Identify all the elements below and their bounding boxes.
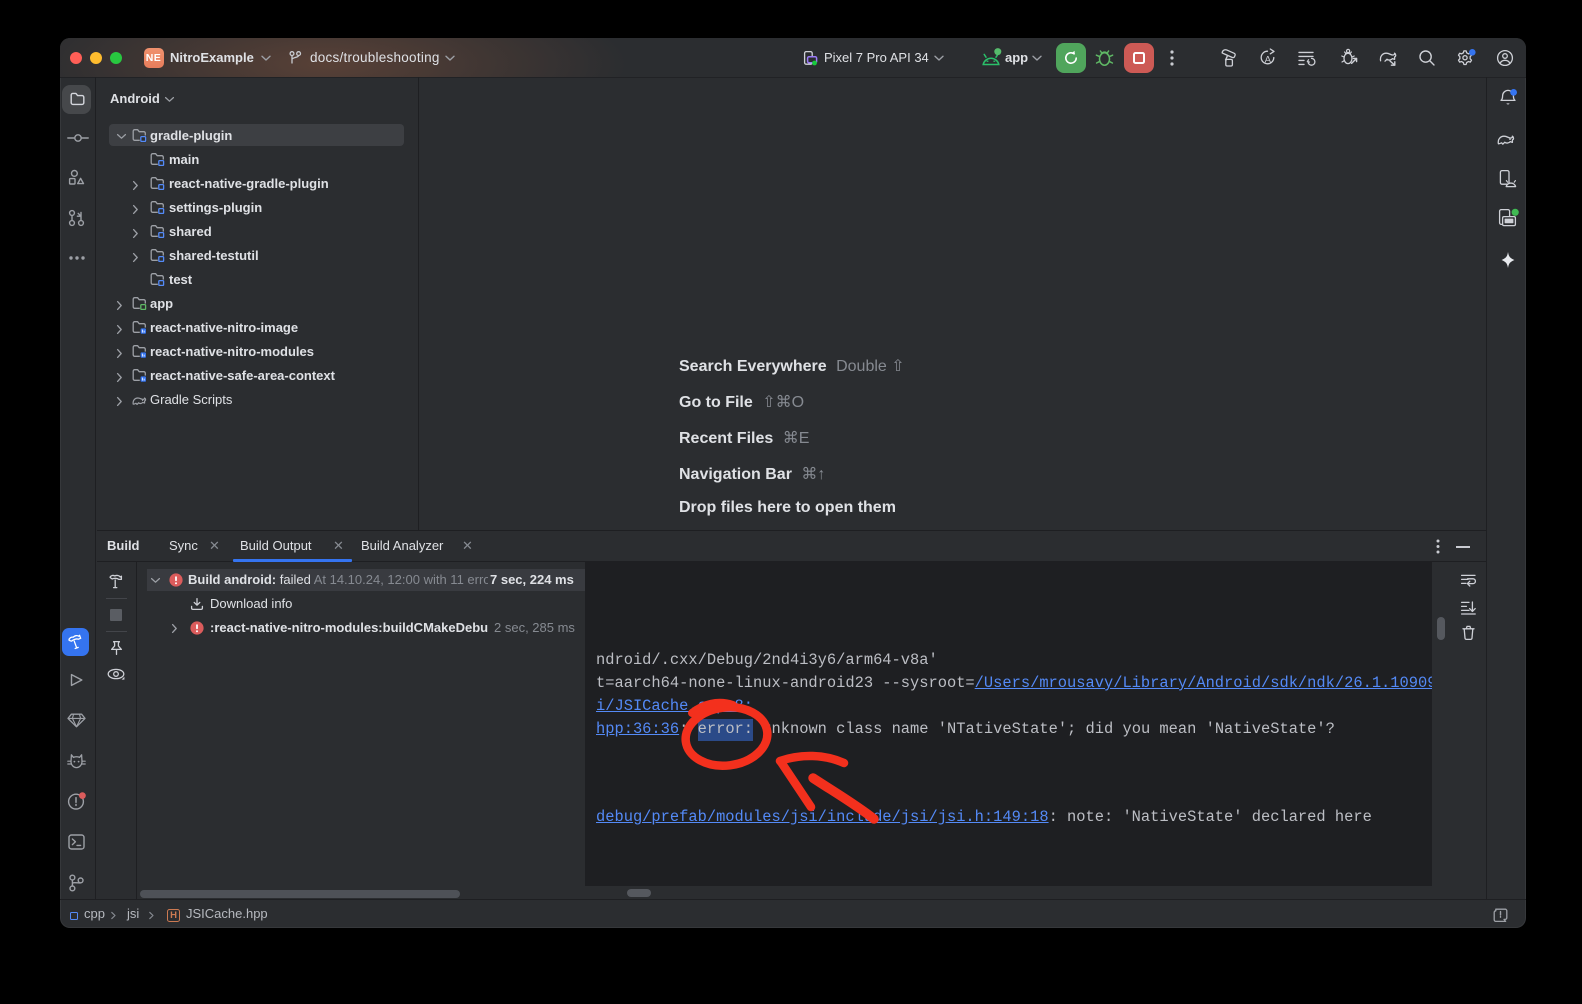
svg-text:A: A [1265,55,1272,66]
